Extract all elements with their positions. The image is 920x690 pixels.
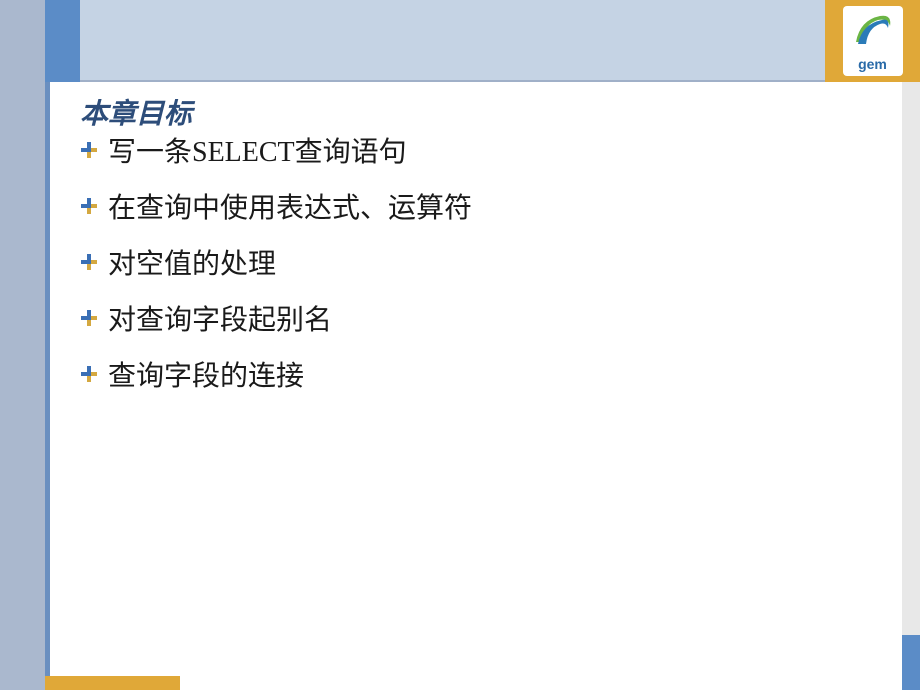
page-title: 本章目标 bbox=[80, 92, 192, 132]
bullet-text: 写一条SELECT查询语句 bbox=[108, 130, 407, 170]
logo-area: gem bbox=[825, 0, 920, 82]
secondary-rail-upper bbox=[45, 0, 80, 82]
slide-container: gem 本章目标 写一条SELECT查询语句 在查询中使用表达式、运算符 对空值… bbox=[0, 0, 920, 690]
list-item: 对查询字段起别名 bbox=[80, 298, 472, 338]
gem-logo-text: gem bbox=[858, 56, 887, 72]
list-item: 查询字段的连接 bbox=[80, 354, 472, 394]
list-item: 写一条SELECT查询语句 bbox=[80, 130, 472, 170]
bottom-decorative-segment bbox=[45, 676, 180, 690]
list-item: 对空值的处理 bbox=[80, 242, 472, 282]
plus-bullet-icon bbox=[80, 141, 98, 159]
gem-logo-swoosh-icon bbox=[852, 12, 894, 50]
right-decorative-upper bbox=[902, 82, 920, 635]
list-item: 在查询中使用表达式、运算符 bbox=[80, 186, 472, 226]
right-decorative-lower bbox=[902, 635, 920, 690]
left-decorative-rail bbox=[0, 0, 45, 690]
bullet-text: 对空值的处理 bbox=[108, 242, 276, 282]
top-header-bar bbox=[80, 0, 825, 82]
bullet-text: 在查询中使用表达式、运算符 bbox=[108, 186, 472, 226]
plus-bullet-icon bbox=[80, 365, 98, 383]
plus-bullet-icon bbox=[80, 197, 98, 215]
gem-logo: gem bbox=[843, 6, 903, 76]
plus-bullet-icon bbox=[80, 253, 98, 271]
bullet-text: 对查询字段起别名 bbox=[108, 298, 332, 338]
bullet-text: 查询字段的连接 bbox=[108, 354, 304, 394]
plus-bullet-icon bbox=[80, 309, 98, 327]
bullet-list: 写一条SELECT查询语句 在查询中使用表达式、运算符 对空值的处理 对查询字段… bbox=[80, 130, 472, 410]
